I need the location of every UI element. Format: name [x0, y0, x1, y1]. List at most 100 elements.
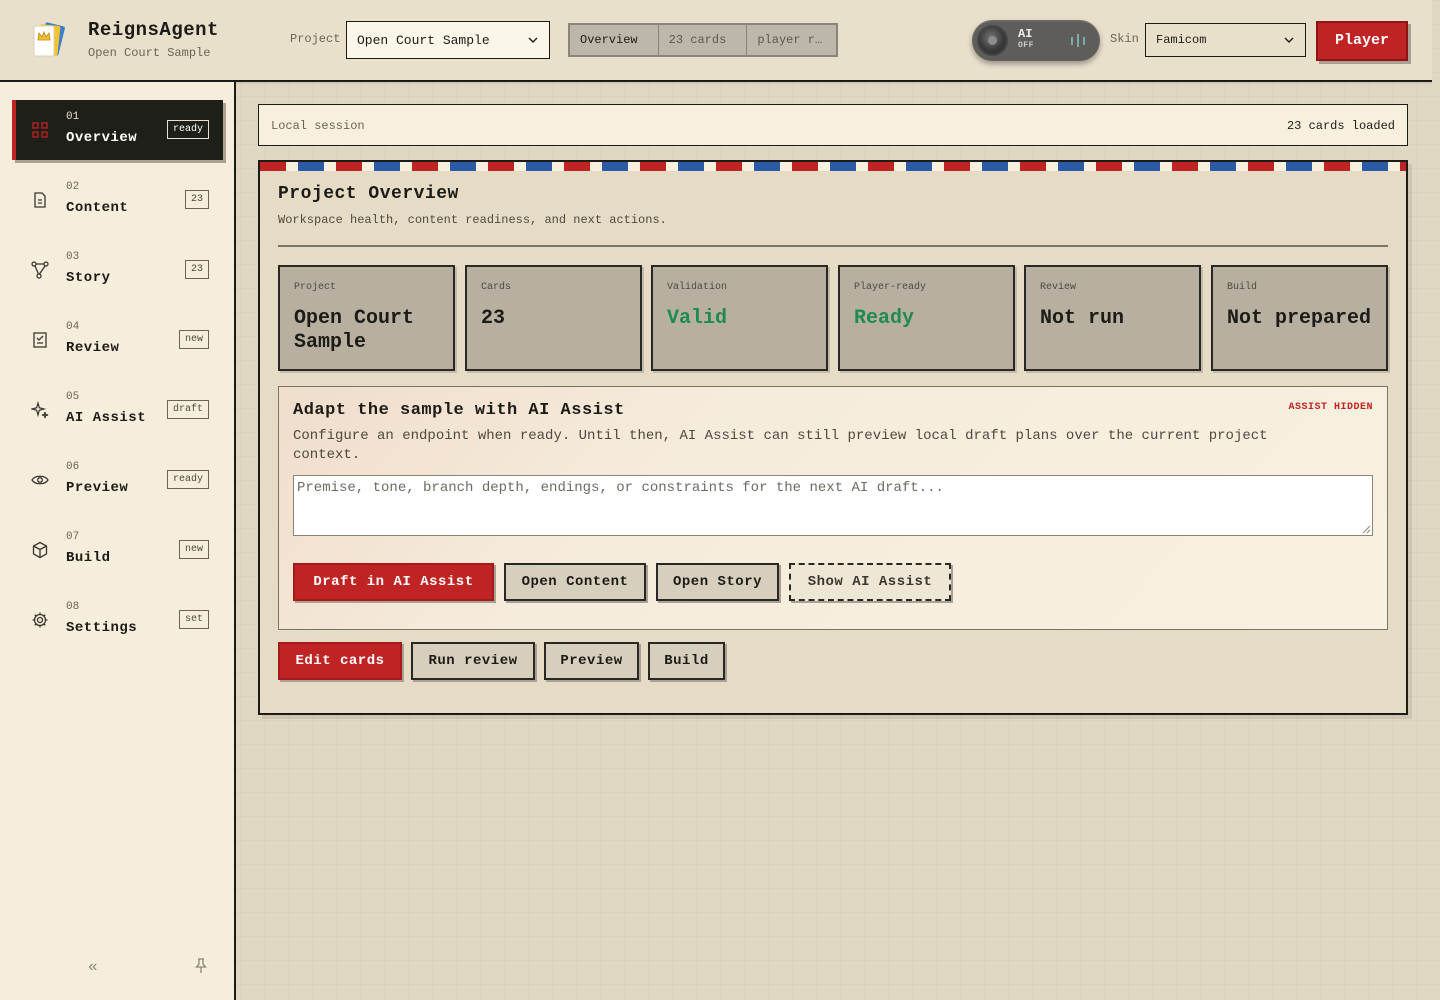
app-logo: [30, 20, 70, 62]
skin-select[interactable]: Famicom: [1145, 23, 1306, 57]
overview-panel: Project Overview Workspace health, conte…: [258, 160, 1408, 715]
open-story-button[interactable]: Open Story: [656, 563, 779, 601]
sidebar-item-number: 07: [66, 531, 80, 543]
sidebar-item-badge: ready: [166, 120, 209, 139]
branch-icon: [31, 261, 49, 279]
sidebar-item-badge: 23: [184, 260, 209, 279]
stat-label: Validation: [667, 282, 728, 293]
sidebar-item-badge: 23: [184, 190, 209, 209]
stat-value: Ready: [854, 307, 915, 330]
crumb-cards[interactable]: 23 cards: [658, 25, 748, 55]
ai-toggle-label: AI: [1018, 27, 1033, 41]
ai-toggle[interactable]: AI OFF: [972, 20, 1100, 61]
sidebar-item-number: 05: [66, 391, 80, 403]
sidebar-item-preview[interactable]: 06 Preview ready: [12, 450, 223, 510]
stat-value: Open Court Sample: [294, 307, 415, 354]
sidebar-item-build[interactable]: 07 Build new: [12, 520, 223, 580]
ai-prompt-input[interactable]: [293, 475, 1373, 536]
stat-value: Not run: [1040, 307, 1125, 330]
preview-button[interactable]: Preview: [544, 642, 639, 680]
sidebar-item-label: Settings: [66, 620, 138, 636]
ai-assist-description: Configure an endpoint when ready. Until …: [293, 428, 1268, 463]
sidebar-item-ai-assist[interactable]: 05 AI Assist draft: [12, 380, 223, 440]
gear-icon: [32, 612, 48, 628]
stat-label: Player-ready: [854, 282, 927, 293]
sidebar-item-label: AI Assist: [66, 410, 147, 426]
stat-label: Review: [1040, 282, 1077, 293]
sidebar-item-label: Review: [66, 340, 120, 356]
crumb-player-ready[interactable]: player re…: [747, 25, 836, 55]
assist-visibility-tag: ASSIST HIDDEN: [1288, 402, 1373, 413]
sidebar-item-review[interactable]: 04 Review new: [12, 310, 223, 370]
sidebar: 01 Overview ready 02 Content 23 03 Story…: [0, 82, 236, 1000]
stat-card-build: Build Not prepared: [1211, 265, 1388, 371]
stat-card-player-ready: Player-ready Ready: [838, 265, 1015, 371]
ai-assist-card: Adapt the sample with AI Assist ASSIST H…: [278, 386, 1388, 630]
sidebar-item-badge: new: [178, 540, 209, 559]
sidebar-item-label: Build: [66, 550, 111, 566]
sidebar-item-content[interactable]: 02 Content 23: [12, 170, 223, 230]
project-select-value: Open Court Sample: [357, 33, 490, 48]
stat-value: Valid: [667, 307, 728, 330]
stat-value: Not prepared: [1227, 307, 1372, 330]
skin-label: Skin: [1110, 32, 1139, 46]
edit-cards-button[interactable]: Edit cards: [278, 642, 402, 680]
eye-icon: [31, 475, 49, 485]
divider: [278, 245, 1388, 247]
skin-select-value: Famicom: [1156, 33, 1207, 47]
page-title: Project Overview: [278, 184, 459, 204]
app-subtitle: Open Court Sample: [88, 46, 211, 60]
crumb-overview[interactable]: Overview: [570, 25, 659, 55]
ai-toggle-state: OFF: [1018, 41, 1034, 50]
ai-assist-title: Adapt the sample with AI Assist: [293, 401, 625, 420]
sidebar-item-number: 04: [66, 321, 80, 333]
sidebar-item-badge: draft: [166, 400, 209, 419]
chevron-down-icon: [1284, 37, 1294, 43]
sidebar-item-label: Preview: [66, 480, 129, 496]
project-label: Project: [290, 32, 341, 46]
sidebar-item-settings[interactable]: 08 Settings set: [12, 590, 223, 650]
session-bar: Local session 23 cards loaded: [258, 104, 1408, 146]
draft-in-ai-assist-button[interactable]: Draft in AI Assist: [293, 563, 494, 601]
sidebar-item-badge: ready: [166, 470, 209, 489]
top-bar: ReignsAgent Open Court Sample Project Op…: [0, 0, 1432, 82]
cards-loaded-count: 23 cards loaded: [1286, 119, 1395, 133]
box-icon: [32, 541, 48, 559]
resize-handle-icon[interactable]: [1362, 525, 1371, 534]
page-subtitle: Workspace health, content readiness, and…: [278, 213, 667, 227]
sidebar-item-label: Overview: [66, 130, 138, 146]
stat-label: Build: [1227, 282, 1258, 293]
player-button[interactable]: Player: [1316, 21, 1408, 61]
build-button[interactable]: Build: [648, 642, 725, 680]
sidebar-item-badge: new: [178, 330, 209, 349]
sidebar-item-number: 03: [66, 251, 80, 263]
sidebar-item-overview[interactable]: 01 Overview ready: [12, 100, 223, 160]
sidebar-item-number: 01: [66, 111, 80, 123]
run-review-button[interactable]: Run review: [411, 642, 535, 680]
stat-card-review: Review Not run: [1024, 265, 1201, 371]
session-status: Local session: [271, 119, 365, 133]
ai-toggle-knob: [977, 25, 1008, 56]
equalizer-icon: [1071, 34, 1085, 47]
pin-icon[interactable]: [194, 958, 208, 974]
show-ai-assist-button[interactable]: Show AI Assist: [789, 563, 951, 601]
sidebar-item-number: 06: [66, 461, 80, 473]
sparkle-icon: [31, 401, 49, 419]
project-select[interactable]: Open Court Sample: [346, 21, 550, 59]
breadcrumb: Overview 23 cards player re…: [568, 23, 838, 57]
stat-value: 23: [481, 307, 506, 330]
stat-card-validation: Validation Valid: [651, 265, 828, 371]
sidebar-item-story[interactable]: 03 Story 23: [12, 240, 223, 300]
airmail-stripe: [260, 162, 1406, 171]
sidebar-item-label: Story: [66, 270, 111, 286]
stat-label: Project: [294, 282, 337, 293]
stat-card-project: Project Open Court Sample: [278, 265, 455, 371]
sidebar-item-number: 08: [66, 601, 80, 613]
stat-card-cards: Cards 23: [465, 265, 642, 371]
document-icon: [34, 192, 46, 208]
app-title: ReignsAgent: [88, 19, 219, 41]
sidebar-item-number: 02: [66, 181, 80, 193]
open-content-button[interactable]: Open Content: [504, 563, 646, 601]
sidebar-item-label: Content: [66, 200, 129, 216]
collapse-sidebar-button[interactable]: «: [88, 958, 98, 976]
